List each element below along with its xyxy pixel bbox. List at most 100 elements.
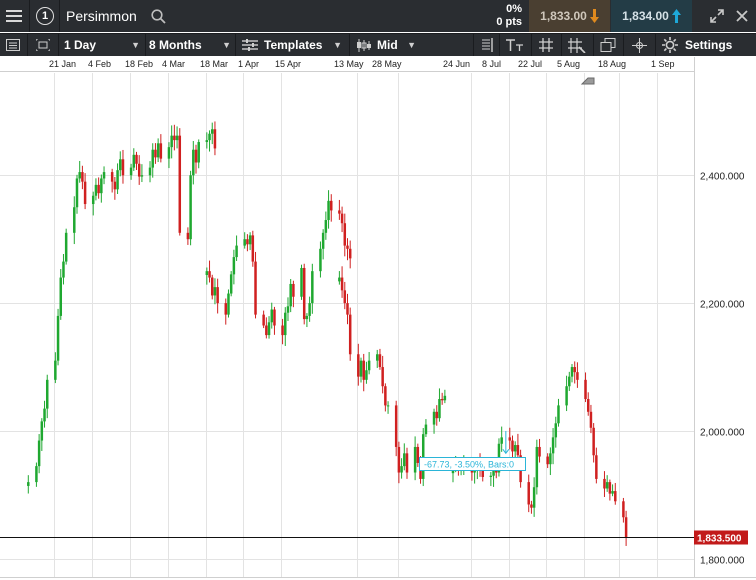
- menu-button[interactable]: [0, 0, 28, 32]
- expand-button[interactable]: [705, 0, 729, 32]
- chevron-down-icon: ▼: [333, 40, 342, 50]
- candle-down: [208, 271, 211, 278]
- x-tick-label: 5 Aug: [557, 59, 581, 69]
- crosshair-icon: [631, 37, 647, 53]
- sell-price-button[interactable]: 1,833.00: [529, 0, 610, 32]
- x-tick-label: 22 Jul: [518, 59, 543, 69]
- instrument-name[interactable]: Persimmon: [66, 0, 144, 32]
- candle-up: [500, 437, 503, 444]
- candle-down: [573, 367, 576, 373]
- candle-up: [167, 147, 171, 159]
- search-button[interactable]: [147, 0, 169, 32]
- candle-up: [451, 469, 455, 474]
- candle-down: [397, 446, 401, 473]
- candle-down: [614, 491, 617, 502]
- candle-up: [210, 129, 214, 134]
- list-view-button[interactable]: [0, 34, 26, 56]
- candle-up: [91, 195, 95, 205]
- candle-up: [189, 175, 192, 240]
- close-icon: [736, 10, 748, 22]
- chart-toolbar: 1 Day ▼ 8 Months ▼ Templates ▼ Mid ▼ Set…: [0, 33, 756, 56]
- candle-down: [457, 466, 460, 471]
- grid-icon: [539, 38, 553, 52]
- drawing-tools-button[interactable]: [562, 34, 592, 56]
- candle-up: [35, 466, 38, 483]
- candle-down: [343, 223, 347, 246]
- grid-button[interactable]: [532, 34, 560, 56]
- candle-up: [62, 261, 65, 278]
- candle-up: [227, 293, 230, 315]
- candle-up: [443, 395, 447, 401]
- candle-up: [367, 360, 371, 371]
- candle-down: [586, 399, 590, 412]
- candle-down: [302, 267, 306, 320]
- candle-up: [78, 172, 81, 179]
- candle-up: [327, 200, 330, 221]
- candle-up: [116, 170, 119, 190]
- candle-down: [137, 163, 141, 177]
- instrument-number: 1: [36, 7, 54, 25]
- candlestick-chart[interactable]: 2,400.000 2,200.000 2,000.000 1,800.000 1,8…: [0, 0, 756, 580]
- candle-down: [384, 386, 387, 406]
- candle-up: [40, 421, 44, 441]
- hamburger-icon: [6, 9, 22, 22]
- candle-up: [462, 464, 466, 469]
- candle-down: [154, 149, 157, 158]
- text-icon: [506, 38, 523, 51]
- candle-down: [357, 354, 360, 377]
- candle-up: [284, 312, 287, 336]
- close-button[interactable]: [730, 0, 754, 32]
- candle-down: [362, 360, 365, 380]
- templates-menu[interactable]: Templates ▼: [236, 34, 348, 56]
- candle-up: [140, 175, 144, 177]
- templates-icon: [242, 39, 258, 51]
- candle-up: [151, 149, 154, 168]
- candle-down: [113, 181, 117, 190]
- settings-button[interactable]: Settings: [656, 34, 756, 56]
- candle-up: [289, 283, 292, 307]
- candle-down: [262, 314, 265, 326]
- x-tick-label: 28 May: [372, 59, 402, 69]
- crosshair-box-button[interactable]: [30, 34, 56, 56]
- candle-up: [438, 399, 441, 419]
- candle-up: [605, 482, 609, 489]
- range-value: 8 Months: [149, 38, 202, 52]
- candle-up: [473, 468, 476, 473]
- sell-price: 1,833.00: [540, 9, 587, 23]
- text-tool-button[interactable]: [500, 34, 530, 56]
- candle-down: [110, 172, 114, 182]
- candle-up: [248, 235, 252, 245]
- chevron-down-icon: ▼: [222, 40, 231, 50]
- interval-select[interactable]: 1 Day ▼: [59, 34, 145, 56]
- candle-up: [45, 379, 49, 409]
- instrument-toolbar: 1 Persimmon 0% 0 pts 1,833.00 1,834.00: [0, 0, 756, 32]
- x-tick-label: 18 Aug: [598, 59, 627, 69]
- candle-down: [378, 354, 382, 368]
- buy-price-button[interactable]: 1,834.00: [611, 0, 692, 32]
- candle-down: [135, 154, 138, 164]
- candle-down: [281, 325, 284, 336]
- candle-down: [265, 325, 268, 336]
- x-tick-label: 1 Apr: [238, 59, 260, 69]
- expand-icon: [710, 9, 724, 23]
- target-button[interactable]: [624, 34, 654, 56]
- x-tick-label: 21 Jan: [49, 59, 77, 69]
- candle-up: [232, 257, 236, 275]
- candle-down: [435, 411, 439, 419]
- indicators-button[interactable]: [474, 34, 498, 56]
- duplicate-button[interactable]: [594, 34, 622, 56]
- chart-window: 1 Persimmon 0% 0 pts 1,833.00 1,834.00 1…: [0, 0, 756, 580]
- x-tick-label: 8 Jul: [482, 59, 502, 69]
- candle-up: [119, 159, 122, 171]
- candle-up: [565, 386, 568, 406]
- instrument-number-badge[interactable]: 1: [32, 0, 58, 32]
- candle-up: [557, 405, 560, 424]
- candle-up: [338, 277, 341, 282]
- candle-down: [254, 261, 257, 315]
- candle-down: [346, 245, 349, 249]
- candle-down: [511, 440, 514, 452]
- price-type-select[interactable]: Mid ▼: [350, 34, 422, 56]
- candle-up: [56, 315, 60, 361]
- candle-down: [330, 200, 333, 211]
- range-select[interactable]: 8 Months ▼: [146, 34, 234, 56]
